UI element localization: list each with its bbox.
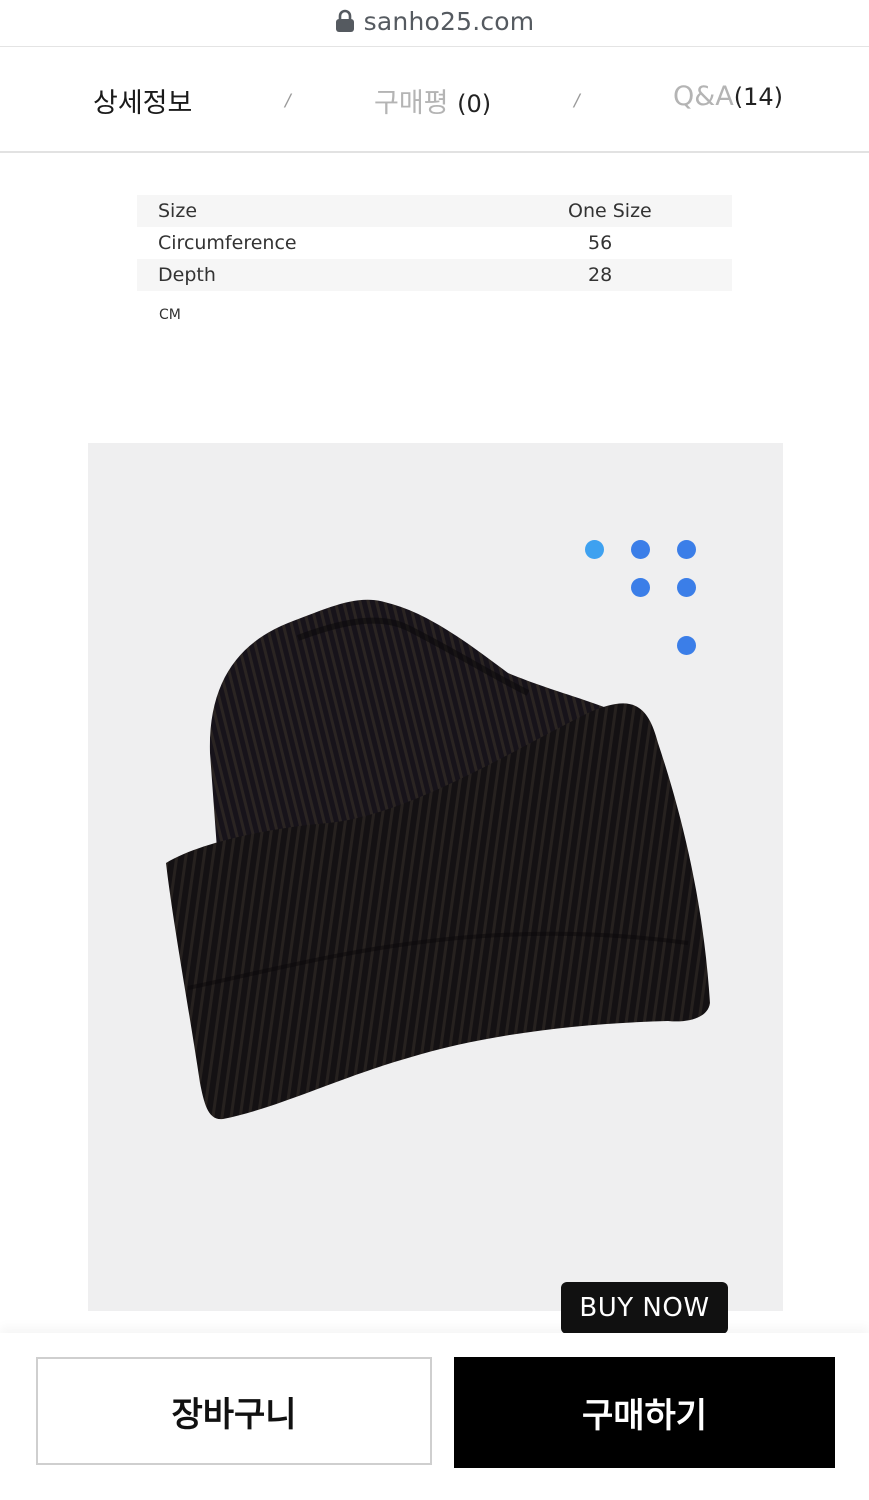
- tab-qa-label: Q&A: [673, 81, 734, 112]
- carousel-dot[interactable]: [677, 540, 696, 559]
- lock-icon: [335, 9, 355, 33]
- tab-detail-label: 상세정보: [93, 88, 193, 119]
- product-image: [88, 443, 783, 1311]
- tab-reviews-label: 구매평: [374, 88, 449, 119]
- table-row: Depth 28: [137, 259, 732, 291]
- product-detail-page: sanho25.com 상세정보 / 구매평 (0) / Q&A(14) Siz…: [0, 0, 869, 1500]
- buy-button[interactable]: 구매하기: [454, 1357, 835, 1468]
- browser-url-bar[interactable]: sanho25.com: [0, 0, 869, 47]
- url-text: sanho25.com: [363, 6, 535, 36]
- carousel-dot[interactable]: [585, 540, 604, 559]
- tab-qa[interactable]: Q&A(14): [673, 81, 783, 112]
- carousel-dot[interactable]: [631, 578, 650, 597]
- size-table-header-row: Size One Size: [137, 195, 732, 227]
- buy-now-tooltip: BUY NOW: [561, 1282, 728, 1334]
- circumference-label: Circumference: [158, 232, 297, 254]
- size-table: Size One Size Circumference 56 Depth 28: [137, 195, 732, 291]
- carousel-dot[interactable]: [677, 578, 696, 597]
- add-to-cart-button[interactable]: 장바구니: [36, 1357, 432, 1465]
- tab-detail-info[interactable]: 상세정보: [93, 81, 192, 120]
- tab-qa-count: (14): [733, 83, 784, 111]
- size-unit: CM: [159, 307, 181, 323]
- product-tabs: 상세정보 / 구매평 (0) / Q&A(14): [0, 47, 869, 153]
- table-row: Circumference 56: [137, 227, 732, 259]
- black-knit-beanie-image: [166, 599, 710, 1120]
- bottom-action-bar: 장바구니 구매하기: [0, 1333, 869, 1500]
- tab-reviews-count: (0): [457, 90, 492, 118]
- depth-label: Depth: [158, 264, 216, 286]
- tab-reviews[interactable]: 구매평 (0): [374, 81, 491, 120]
- carousel-dot[interactable]: [631, 540, 650, 559]
- depth-value: 28: [588, 264, 613, 286]
- carousel-dot[interactable]: [677, 636, 696, 655]
- size-value: One Size: [568, 200, 652, 222]
- tab-separator: /: [574, 91, 580, 111]
- size-label: Size: [158, 200, 198, 222]
- tab-separator: /: [285, 91, 291, 111]
- circumference-value: 56: [588, 232, 613, 254]
